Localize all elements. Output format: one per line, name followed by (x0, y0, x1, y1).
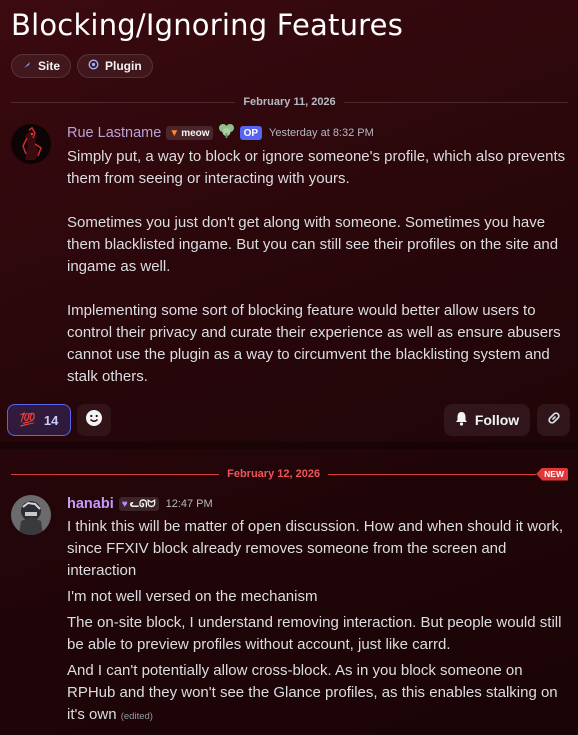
fox-icon: ▼ (169, 127, 180, 139)
user-tag: ♥ ᓚᘏᗢ (118, 497, 159, 511)
date-divider: February 11, 2026 (11, 95, 568, 109)
message-paragraph: Simply put, a way to block or ignore som… (67, 148, 566, 187)
message-paragraph: Sometimes you just don't get along with … (67, 214, 559, 275)
tag-site-label: Site (38, 59, 61, 73)
user-tag-label: ᓚᘏᗢ (129, 498, 156, 510)
reaction-count: 14 (43, 412, 59, 428)
user-tag-label: meow (181, 127, 210, 139)
new-date-divider: February 12, 2026 NEW (11, 467, 569, 481)
edited-label: (edited) (120, 711, 153, 722)
tag-plugin-label: Plugin (105, 59, 142, 73)
add-reaction-button[interactable] (77, 404, 111, 436)
copy-link-button[interactable] (537, 404, 570, 436)
avatar[interactable] (11, 495, 51, 535)
section-separator (0, 442, 578, 449)
link-icon (546, 410, 562, 431)
divider-date: February 12, 2026 (227, 468, 321, 480)
message-paragraph: I think this will be matter of open disc… (67, 518, 564, 579)
message-paragraph: And I can't potentially allow cross-bloc… (67, 660, 568, 728)
op-badge: OP (239, 126, 263, 140)
message-paragraph: The on-site block, I understand removing… (67, 614, 562, 653)
tag-site[interactable]: Site (11, 54, 72, 78)
author-name[interactable]: Rue Lastname (67, 125, 161, 141)
message-actions: 💯 14 Follow (7, 404, 570, 436)
follow-button[interactable]: Follow (444, 404, 530, 436)
page-title: Blocking/Ignoring Features (11, 8, 404, 42)
timestamp[interactable]: 12:47 PM (166, 498, 213, 510)
author-name[interactable]: hanabi (67, 496, 114, 512)
tag-plugin[interactable]: Plugin (77, 54, 153, 78)
smile-icon (85, 409, 103, 432)
bell-icon (455, 411, 468, 429)
follow-label: Follow (474, 412, 520, 428)
tag-list: Site Plugin (11, 54, 153, 78)
message-paragraph: Implementing some sort of blocking featu… (67, 302, 561, 385)
plugin-icon (88, 59, 99, 73)
feather-icon (22, 60, 32, 73)
user-tag: ▼ meow (166, 126, 213, 140)
divider-date: February 11, 2026 (243, 96, 336, 108)
reaction-100[interactable]: 💯 14 (7, 404, 71, 436)
timestamp[interactable]: Yesterday at 8:32 PM (269, 127, 374, 139)
message-paragraph: I'm not well versed on the mechanism (67, 588, 318, 605)
new-badge: NEW (536, 467, 569, 481)
hundred-icon: 💯 (19, 412, 36, 428)
avatar[interactable] (11, 124, 51, 164)
leaf-icon (218, 123, 235, 143)
heart-icon: ♥ (121, 498, 128, 510)
